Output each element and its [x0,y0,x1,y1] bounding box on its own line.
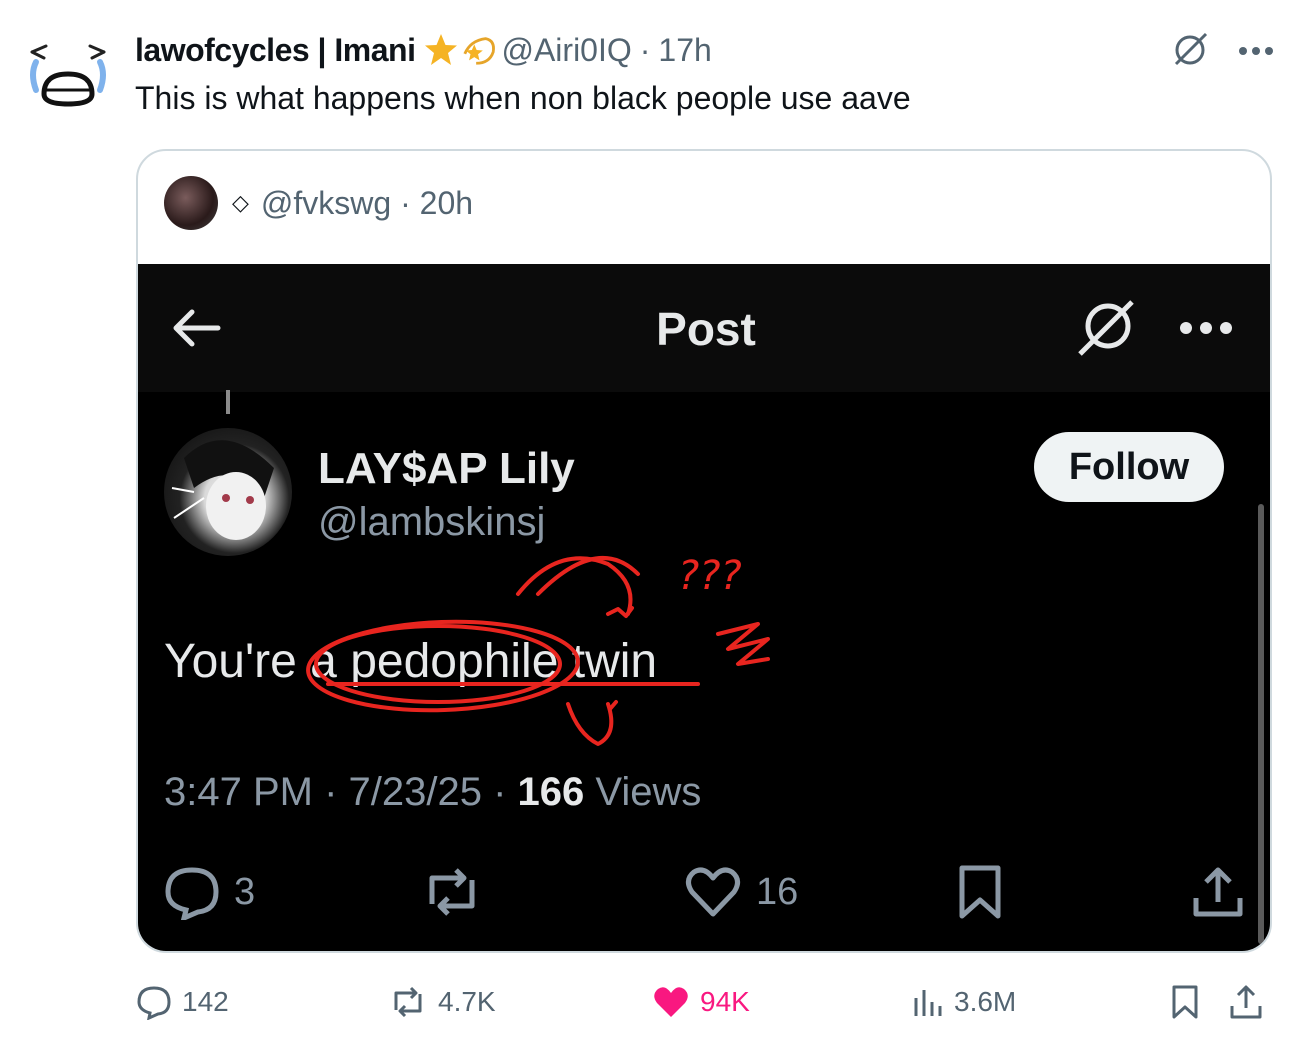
repost-icon [394,986,422,1018]
star-emoji-icon [423,32,459,68]
repost-button[interactable]: 4.7K [388,984,496,1020]
diamond-icon: ◇ [232,190,249,215]
share-button[interactable] [1228,984,1264,1020]
views-button[interactable]: 3.6M [912,984,1016,1020]
grok-icon[interactable] [1170,30,1210,75]
author-name[interactable]: lawofcycles | Imani [135,32,416,69]
annotation-text: ??? [678,553,742,599]
bookmark-icon [1172,985,1198,1019]
separator-dot: · [639,31,651,68]
embedded-screenshot: Post LAY$AP Lily @lambskinsj Follow You'… [138,264,1270,951]
share-icon [1230,985,1262,1019]
screenshot-author-handle: @lambskinsj [318,500,546,544]
screenshot-repost [420,864,484,920]
tweet-top-icons [1170,30,1274,75]
screenshot-post-meta: 3:47 PM · 7/23/25 · 166 Views [164,770,702,814]
tweet: lawofcycles | Imani @Airi0IQ · 17h This … [0,0,1314,1058]
repost-icon [429,868,475,916]
quote-header: ◇ @fvkswg · 20h [164,175,473,231]
screenshot-author-avatar [164,428,292,556]
screenshot-post-text: You're a pedophile twin [164,635,658,688]
author-handle[interactable]: @Airi0IQ [501,32,631,69]
dizzy-star-emoji-icon [461,32,497,68]
grok-icon [1074,296,1138,365]
reply-button[interactable]: 142 [136,984,229,1020]
more-icon[interactable] [1238,44,1274,62]
share-icon [1193,867,1243,917]
tweet-action-bar: 142 4.7K 94K 3.6M [136,984,1276,1028]
bookmark-button[interactable] [1170,984,1200,1020]
analytics-icon [914,990,942,1016]
screenshot-bookmark [956,864,1004,920]
follow-button: Follow [1034,432,1224,502]
crying-face-icon [30,44,106,107]
screenshot-like: 16 [684,864,798,920]
scrollbar [1258,504,1264,944]
more-icon [1178,320,1234,341]
tweet-time[interactable]: 17h [658,32,711,69]
screenshot-action-bar: 3 16 [164,864,1244,928]
bookmark-icon [959,865,1001,919]
author-avatar[interactable] [26,30,110,114]
screenshot-reply: 3 [164,864,255,920]
tweet-header: lawofcycles | Imani @Airi0IQ · 17h [135,28,712,72]
screenshot-top-icons [1074,296,1234,365]
screenshot-share [1190,864,1246,920]
quote-avatar[interactable] [164,176,218,230]
heart-icon [686,867,740,917]
reply-icon [165,867,219,920]
heart-filled-icon [654,987,688,1017]
reply-icon [137,986,171,1020]
reply-thread-line [226,390,230,414]
screenshot-author-name: LAY$AP Lily [318,444,575,493]
like-button[interactable]: 94K [652,984,750,1020]
quoted-tweet[interactable]: ◇ @fvkswg · 20h Post LAY$AP Lily @lambsk… [136,149,1272,953]
tweet-text: This is what happens when non black peop… [135,80,911,116]
quote-handle[interactable]: @fvkswg · 20h [261,185,473,222]
